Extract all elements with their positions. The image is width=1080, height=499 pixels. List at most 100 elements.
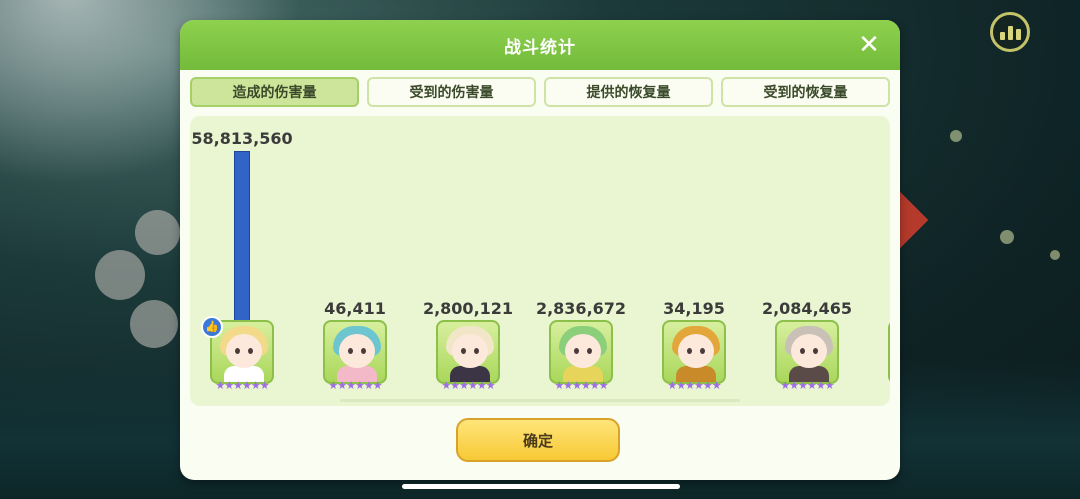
portrait-eye bbox=[461, 348, 466, 354]
portrait-face bbox=[565, 334, 601, 368]
character-stat-1: 58,813,560 ★ ★ ★ ★ ★ ★ 👍 bbox=[191, 116, 292, 406]
star-icon: ★ bbox=[355, 379, 365, 392]
star-icon: ★ bbox=[702, 379, 713, 392]
tab-damage-taken[interactable]: 受到的伤害量 bbox=[367, 77, 536, 107]
star-icon: ★ bbox=[789, 379, 799, 392]
character-stat-2: 46,411 ★ ★ ★ ★ ★ ★ bbox=[320, 116, 390, 406]
character-portrait[interactable] bbox=[888, 320, 890, 384]
portrait-eye bbox=[574, 348, 579, 354]
character-portrait[interactable] bbox=[436, 320, 500, 384]
star-icon: ★ bbox=[485, 379, 496, 392]
star-rating: ★★★★★★ bbox=[436, 380, 500, 392]
home-indicator bbox=[402, 484, 680, 489]
star-icon: ★ bbox=[694, 379, 704, 392]
tab-healing-received[interactable]: 受到的恢复量 bbox=[721, 77, 890, 107]
star-icon: ★ bbox=[711, 379, 722, 392]
star-icon: ★ bbox=[676, 379, 686, 392]
star-icon: ★ bbox=[441, 379, 451, 392]
background-light bbox=[1050, 250, 1060, 260]
star-icon: ★ bbox=[363, 379, 374, 392]
star-icon: ★ bbox=[450, 379, 460, 392]
star-rating: ★★★★★★ bbox=[323, 380, 387, 392]
star-icon: ★ bbox=[824, 379, 835, 392]
star-icon: ★ bbox=[328, 379, 338, 392]
star-icon: ★ bbox=[554, 379, 564, 392]
character-stat-6: 2,084,465 ★ ★ ★ ★ ★ ★ bbox=[762, 116, 852, 406]
portrait-eye bbox=[813, 348, 818, 354]
star-icon: ★ bbox=[798, 379, 808, 392]
character-stat-5: 34,195 ★ ★ ★ ★ ★ ★ bbox=[659, 116, 729, 406]
character-portrait[interactable] bbox=[549, 320, 613, 384]
character-stat-4: 2,836,672 ★ ★ ★ ★ ★ ★ bbox=[536, 116, 626, 406]
tab-damage-dealt[interactable]: 造成的伤害量 bbox=[190, 77, 359, 107]
tab-healing-given[interactable]: 提供的恢复量 bbox=[544, 77, 713, 107]
star-rating: ★★★★★★ bbox=[888, 380, 890, 392]
damage-value: 2,800,121 bbox=[422, 299, 514, 318]
battle-stats-button[interactable] bbox=[990, 12, 1030, 52]
bar-chart-icon bbox=[999, 32, 1005, 40]
character-portrait[interactable] bbox=[775, 320, 839, 384]
character-portrait[interactable] bbox=[662, 320, 726, 384]
stats-tabs: 造成的伤害量 受到的伤害量 提供的恢复量 受到的恢复量 bbox=[190, 77, 890, 109]
star-rating: ★★★★★★ bbox=[549, 380, 613, 392]
star-icon: ★ bbox=[667, 379, 677, 392]
star-icon: ★ bbox=[224, 379, 234, 392]
stats-chart-area[interactable]: 58,813,560 ★ ★ ★ ★ ★ ★ 👍 46,411 ★ ★ ★ ★ ★ ★ 2,800,121 ★ ★… bbox=[190, 116, 890, 406]
star-icon: ★ bbox=[589, 379, 600, 392]
star-rating: ★★★★★★ bbox=[775, 380, 839, 392]
damage-value: 2,084,465 bbox=[761, 299, 853, 318]
star-icon: ★ bbox=[685, 379, 695, 392]
portrait-eye bbox=[248, 348, 253, 354]
close-button[interactable]: ✕ bbox=[856, 32, 882, 58]
character-stat-3: 2,800,121 ★ ★ ★ ★ ★ ★ bbox=[423, 116, 513, 406]
battle-stats-dialog: 战斗统计 ✕ 造成的伤害量 受到的伤害量 提供的恢复量 受到的恢复量 58,81… bbox=[180, 20, 900, 480]
close-icon: ✕ bbox=[858, 30, 880, 60]
star-icon: ★ bbox=[807, 379, 817, 392]
character-portrait[interactable] bbox=[323, 320, 387, 384]
star-icon: ★ bbox=[372, 379, 383, 392]
background-light bbox=[1000, 230, 1014, 244]
damage-value: 2,0 bbox=[860, 299, 890, 318]
star-icon: ★ bbox=[459, 379, 469, 392]
portrait-face bbox=[339, 334, 375, 368]
star-icon: ★ bbox=[598, 379, 609, 392]
star-icon: ★ bbox=[250, 379, 261, 392]
star-icon: ★ bbox=[815, 379, 826, 392]
star-rating: ★★★★★★ bbox=[210, 380, 274, 392]
star-icon: ★ bbox=[468, 379, 478, 392]
star-icon: ★ bbox=[476, 379, 487, 392]
portrait-face bbox=[452, 334, 488, 368]
portrait-face bbox=[791, 334, 827, 368]
portrait-eye bbox=[587, 348, 592, 354]
star-icon: ★ bbox=[346, 379, 356, 392]
confirm-button[interactable]: 确定 bbox=[456, 418, 620, 462]
star-icon: ★ bbox=[242, 379, 252, 392]
portrait-face bbox=[678, 334, 714, 368]
dialog-title: 战斗统计 bbox=[504, 37, 576, 58]
star-icon: ★ bbox=[563, 379, 573, 392]
star-icon: ★ bbox=[581, 379, 591, 392]
damage-bar bbox=[234, 151, 250, 321]
damage-value: 34,195 bbox=[663, 299, 725, 318]
portrait-face bbox=[226, 334, 262, 368]
damage-value: 58,813,560 bbox=[191, 129, 293, 148]
portrait-eye bbox=[474, 348, 479, 354]
portrait-eye bbox=[700, 348, 705, 354]
portrait-eye bbox=[348, 348, 353, 354]
portrait-eye bbox=[361, 348, 366, 354]
bar-chart-icon bbox=[1015, 29, 1021, 40]
star-icon: ★ bbox=[337, 379, 347, 392]
portrait-eye bbox=[235, 348, 240, 354]
damage-value: 2,836,672 bbox=[535, 299, 627, 318]
background-character bbox=[95, 250, 145, 300]
background-light bbox=[950, 130, 962, 142]
portrait-eye bbox=[687, 348, 692, 354]
thumbs-up-icon: 👍 bbox=[201, 316, 223, 338]
dialog-header: 战斗统计 ✕ bbox=[180, 20, 900, 70]
damage-value: 46,411 bbox=[324, 299, 386, 318]
star-icon: ★ bbox=[259, 379, 270, 392]
portrait-eye bbox=[800, 348, 805, 354]
star-rating: ★★★★★★ bbox=[662, 380, 726, 392]
star-icon: ★ bbox=[233, 379, 243, 392]
star-icon: ★ bbox=[215, 379, 225, 392]
